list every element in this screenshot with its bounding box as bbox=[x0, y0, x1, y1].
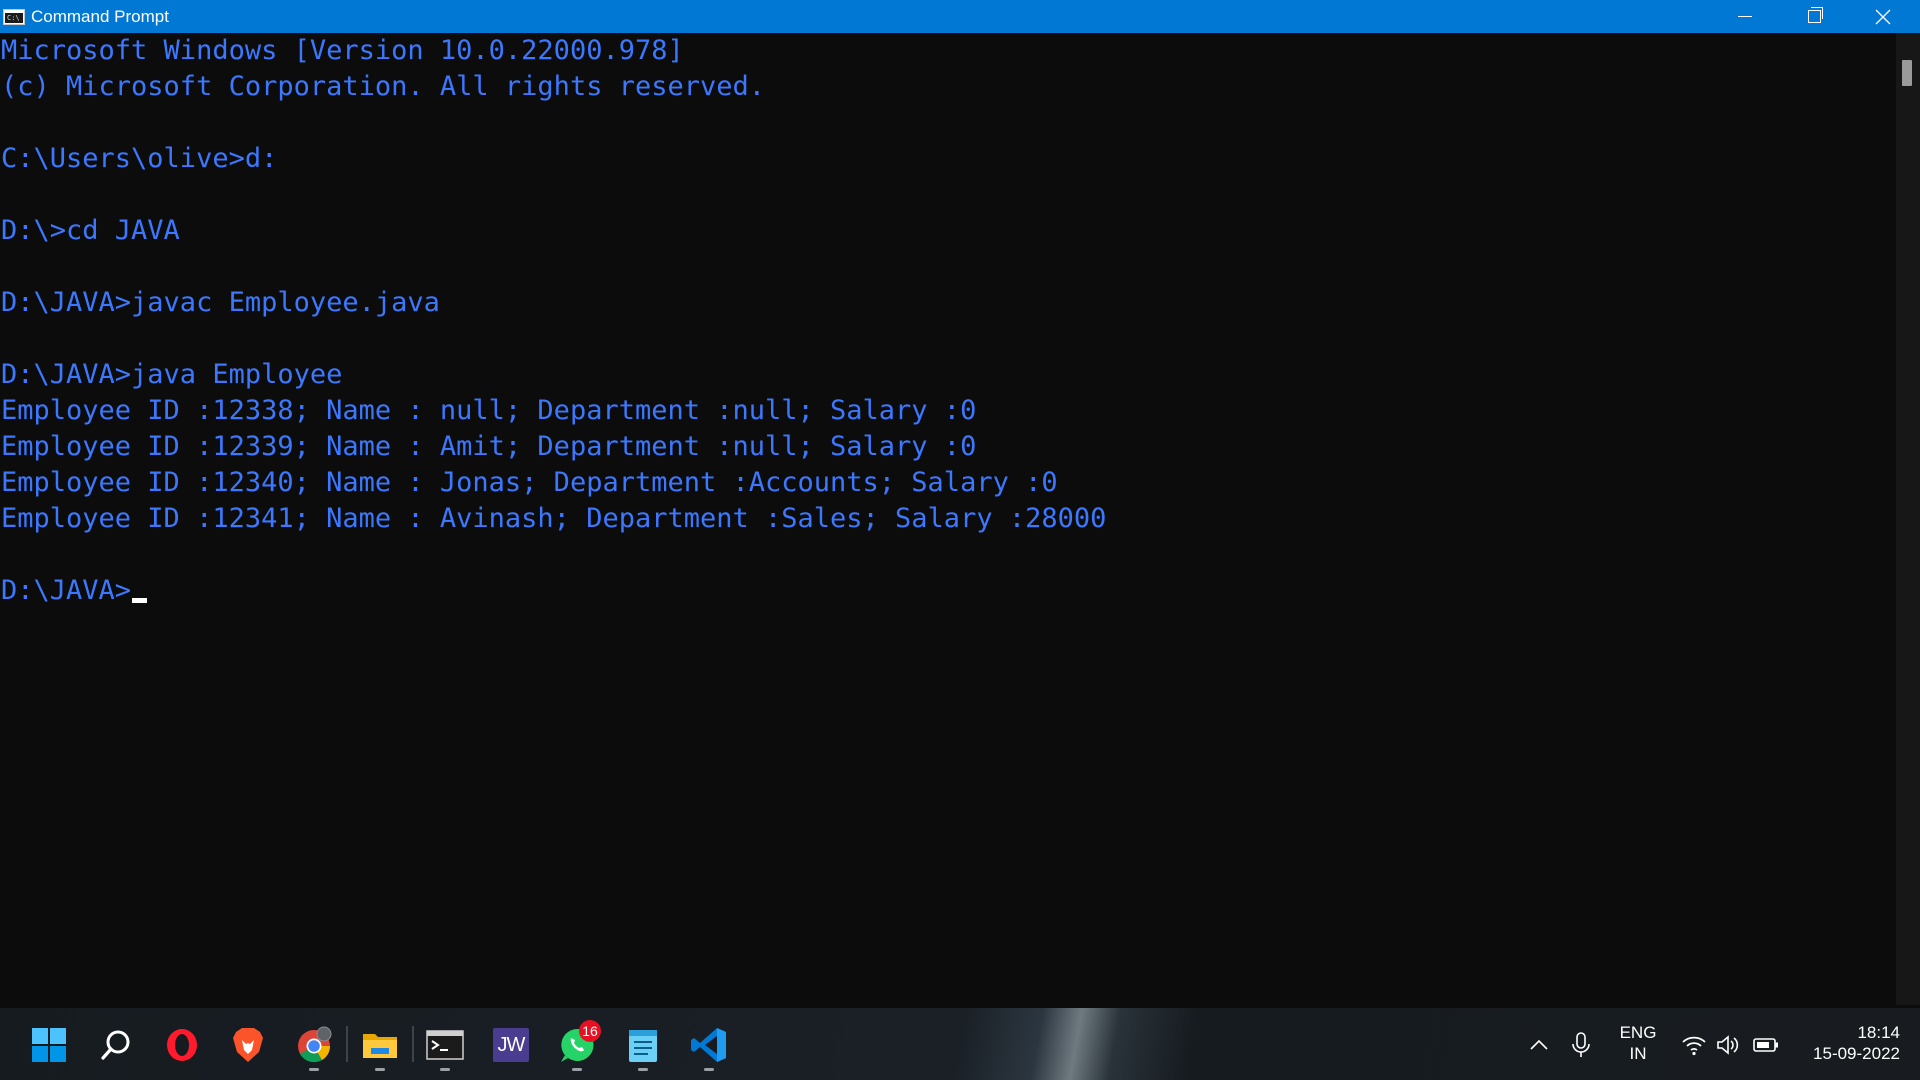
close-icon bbox=[1875, 9, 1891, 24]
microphone-button[interactable] bbox=[1554, 1018, 1608, 1072]
console-line: C:\Users\olive>d: bbox=[1, 143, 278, 174]
start-button[interactable] bbox=[22, 1018, 76, 1072]
console-line: D:\>cd JAVA bbox=[1, 215, 180, 246]
restore-button[interactable] bbox=[1779, 0, 1849, 33]
restore-icon bbox=[1807, 7, 1823, 23]
language-code: ENG bbox=[1619, 1023, 1657, 1042]
language-indicator[interactable]: ENG IN bbox=[1614, 1022, 1662, 1064]
jw-icon-label: JW bbox=[497, 1033, 526, 1056]
chrome-icon bbox=[298, 1026, 332, 1063]
taskbar-separator bbox=[346, 1026, 348, 1062]
search-icon bbox=[101, 1030, 130, 1060]
jw-icon: JW bbox=[493, 1028, 529, 1062]
console-output[interactable]: Microsoft Windows [Version 10.0.22000.97… bbox=[0, 33, 1896, 1005]
minimize-icon bbox=[1738, 16, 1752, 17]
battery-button[interactable] bbox=[1741, 1018, 1791, 1072]
notification-badge: 16 bbox=[579, 1020, 601, 1042]
vscode-icon bbox=[691, 1028, 726, 1062]
command-prompt-icon bbox=[3, 9, 25, 25]
window-title: Command Prompt bbox=[31, 7, 169, 26]
taskbar-vscode[interactable] bbox=[682, 1018, 736, 1072]
scrollbar-thumb[interactable] bbox=[1902, 60, 1912, 86]
clock[interactable]: 18:14 15-09-2022 bbox=[1790, 1022, 1900, 1064]
console-line: Employee ID :12340; Name : Jonas; Depart… bbox=[1, 467, 1058, 498]
taskbar-separator bbox=[412, 1026, 414, 1062]
close-button[interactable] bbox=[1848, 0, 1918, 33]
prompt-text: D:\JAVA> bbox=[1, 575, 132, 606]
taskbar-brave[interactable] bbox=[221, 1018, 275, 1072]
taskbar-jw[interactable]: JW bbox=[484, 1018, 538, 1072]
title-bar[interactable]: Command Prompt bbox=[0, 0, 1920, 33]
console-prompt-line[interactable]: D:\JAVA> bbox=[0, 573, 1896, 609]
notepad-icon bbox=[629, 1030, 657, 1062]
region-code: IN bbox=[1629, 1044, 1647, 1063]
taskbar-chrome[interactable] bbox=[287, 1018, 341, 1072]
console-line: Employee ID :12338; Name : null; Departm… bbox=[1, 395, 977, 426]
vertical-scrollbar[interactable] bbox=[1896, 33, 1920, 1005]
running-indicator bbox=[375, 1068, 385, 1071]
console-line: (c) Microsoft Corporation. All rights re… bbox=[1, 71, 766, 102]
chevron-up-icon bbox=[1530, 1039, 1548, 1050]
running-indicator bbox=[572, 1068, 582, 1071]
running-indicator bbox=[704, 1068, 714, 1071]
folder-icon bbox=[363, 1034, 397, 1058]
console-line: Employee ID :12339; Name : Amit; Departm… bbox=[1, 431, 977, 462]
console-line: D:\JAVA>javac Employee.java bbox=[1, 287, 440, 318]
taskbar-file-explorer[interactable] bbox=[353, 1018, 407, 1072]
console-line: D:\JAVA>java Employee bbox=[1, 359, 343, 390]
taskbar-notepad[interactable] bbox=[616, 1018, 670, 1072]
search-button[interactable] bbox=[89, 1018, 143, 1072]
windows-logo-icon bbox=[32, 1028, 66, 1062]
microphone-icon bbox=[1572, 1032, 1590, 1057]
volume-icon bbox=[1717, 1035, 1739, 1055]
console-line: Microsoft Windows [Version 10.0.22000.97… bbox=[1, 35, 684, 66]
minimize-button[interactable] bbox=[1710, 0, 1780, 33]
clock-time: 18:14 bbox=[1857, 1023, 1900, 1042]
running-indicator bbox=[638, 1068, 648, 1071]
taskbar-command-prompt[interactable] bbox=[418, 1018, 472, 1072]
taskbar-opera[interactable] bbox=[155, 1018, 209, 1072]
taskbar-whatsapp[interactable]: 16 bbox=[550, 1018, 604, 1072]
clock-date: 15-09-2022 bbox=[1813, 1044, 1900, 1063]
battery-icon bbox=[1753, 1038, 1778, 1052]
brave-icon bbox=[233, 1028, 263, 1062]
text-cursor bbox=[132, 598, 148, 603]
console-line: Employee ID :12341; Name : Avinash; Depa… bbox=[1, 503, 1107, 534]
running-indicator bbox=[309, 1068, 319, 1071]
terminal-icon bbox=[426, 1030, 464, 1060]
running-indicator bbox=[440, 1068, 450, 1071]
opera-icon bbox=[167, 1029, 197, 1061]
